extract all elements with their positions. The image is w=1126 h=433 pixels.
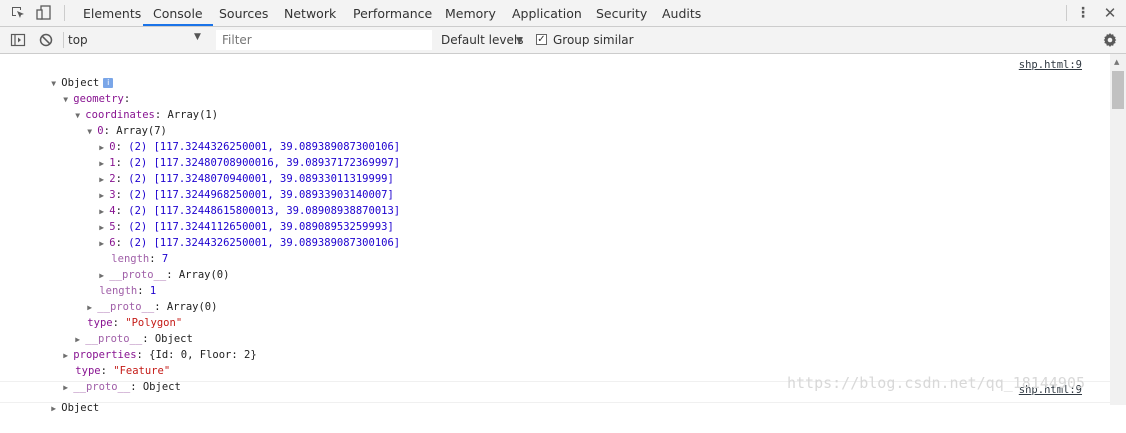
tab-application[interactable]: Application: [512, 0, 582, 27]
tab-console[interactable]: Console: [143, 0, 213, 26]
source-link[interactable]: shp.html:9: [1019, 59, 1082, 71]
tab-sources[interactable]: Sources: [219, 0, 268, 27]
tree-row-proto[interactable]: ▶ __proto__: Object: [38, 363, 181, 393]
console-scrollbar[interactable]: ▲: [1110, 54, 1126, 405]
tab-security[interactable]: Security: [596, 0, 647, 27]
tree-row-point[interactable]: ▶ 2: (2) [117.3248070940001, 39.089330113…: [74, 155, 394, 185]
object-root-row[interactable]: ▶ Object: [26, 384, 99, 414]
tab-memory[interactable]: Memory: [445, 0, 496, 27]
tree-row-index-0[interactable]: ▼ 0: Array(7): [62, 107, 167, 137]
object-root-row[interactable]: ▼ Object i: [26, 59, 114, 89]
chevron-down-icon: ▼: [516, 36, 523, 46]
tab-audits[interactable]: Audits: [662, 0, 701, 27]
tree-row-point[interactable]: ▶ 0: (2) [117.3244326250001, 39.089389087…: [74, 123, 400, 153]
log-levels-dropdown[interactable]: Default levels: [441, 27, 523, 54]
tab-performance[interactable]: Performance: [353, 0, 432, 27]
console-toolbar: top ▼ Default levels ▼ ✓ Group similar: [0, 27, 1126, 54]
tab-elements[interactable]: Elements: [83, 0, 141, 27]
watermark: https://blog.csdn.net/qq_18144905: [787, 374, 1086, 392]
console-output: ▼ Object i shp.html:9 ▼ geometry: ▼ coordina…: [0, 54, 1110, 414]
tab-network[interactable]: Network: [284, 0, 336, 27]
show-sidebar-icon[interactable]: [10, 32, 26, 48]
devtools-tab-bar: Elements Console Sources Network Perform…: [0, 0, 1126, 27]
group-similar-checkbox[interactable]: ✓: [536, 34, 547, 45]
tree-row-proto[interactable]: ▶ __proto__: Object: [50, 315, 193, 345]
filter-input[interactable]: [216, 30, 432, 50]
message-divider: [0, 402, 1110, 403]
close-icon[interactable]: ✕: [1102, 5, 1118, 21]
tree-row-geometry[interactable]: ▼ geometry:: [38, 75, 130, 105]
tree-row-coordinates[interactable]: ▼ coordinates: Array(1): [50, 91, 218, 121]
tree-row-point[interactable]: ▶ 1: (2) [117.32480708900016, 39.08937172…: [74, 139, 400, 169]
toolbar-separator: [63, 32, 64, 48]
settings-gear-icon[interactable]: [1102, 32, 1118, 48]
scrollbar-thumb[interactable]: [1112, 71, 1124, 109]
tree-row-properties[interactable]: ▶ properties: {Id: 0, Floor: 2}: [38, 331, 256, 361]
tree-row-point[interactable]: ▶ 4: (2) [117.32448615800013, 39.08908938…: [74, 187, 400, 217]
toolbar-separator: [64, 5, 65, 21]
tree-row-point[interactable]: ▶ 5: (2) [117.3244112650001, 39.089089532…: [74, 203, 394, 233]
chevron-down-icon: ▼: [194, 32, 201, 42]
clear-console-icon[interactable]: [38, 32, 54, 48]
device-toolbar-icon[interactable]: [36, 5, 52, 21]
tree-row-point[interactable]: ▶ 6: (2) [117.3244326250001, 39.089389087…: [74, 219, 400, 249]
tree-row-point[interactable]: ▶ 3: (2) [117.3244968250001, 39.089339031…: [74, 171, 394, 201]
more-options-icon[interactable]: ⋮: [1075, 5, 1091, 21]
collapsed-triangle-icon[interactable]: ▶: [51, 401, 61, 417]
tree-row-proto[interactable]: ▶ __proto__: Array(0): [62, 283, 217, 313]
context-selector[interactable]: top: [68, 31, 208, 49]
tree-row-proto[interactable]: ▶ __proto__: Array(0): [74, 251, 229, 281]
tree-row-type: type: "Feature": [75, 365, 171, 377]
group-similar-label: Group similar: [553, 33, 634, 47]
tree-row-length: length: 1: [99, 285, 157, 297]
toolbar-separator: [1066, 5, 1067, 21]
tree-row-type: type: "Polygon": [87, 317, 183, 329]
scroll-up-icon[interactable]: ▲: [1114, 58, 1119, 66]
inspect-element-icon[interactable]: [10, 5, 26, 21]
tree-row-length: length: 7: [111, 253, 169, 265]
